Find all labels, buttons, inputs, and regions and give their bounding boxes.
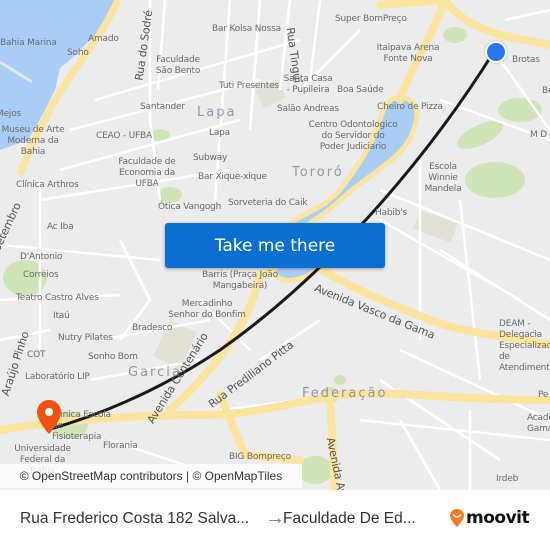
place-label: Itaú bbox=[53, 311, 70, 321]
moovit-pin-icon bbox=[450, 509, 464, 527]
place-label: CEAO - UFBA bbox=[96, 131, 152, 141]
place-label: Clínica Escola de Fisioterapia bbox=[52, 410, 111, 442]
place-label: Lapa bbox=[209, 128, 230, 138]
place-label: Tuti Presentes bbox=[219, 81, 279, 91]
place-label: Cheiro de Pizza bbox=[377, 102, 443, 112]
origin-location-icon[interactable] bbox=[485, 41, 507, 63]
place-label: Centro Odontologico do Servidor do Poder… bbox=[308, 120, 398, 152]
neighborhood-label: Lapa bbox=[197, 105, 237, 120]
place-label: Pe bbox=[538, 390, 549, 400]
place-label: Sonho Bom bbox=[88, 352, 138, 362]
neighborhood-label: Federação bbox=[302, 386, 388, 401]
place-label: Ac Iba bbox=[47, 222, 74, 232]
place-label: Mejos bbox=[0, 109, 21, 119]
place-label: DEAM - Delegacia Especializada de Atendi… bbox=[499, 319, 550, 373]
place-label: Museu de Arte Moderna da Bahia bbox=[1, 125, 65, 157]
place-label: Ótica Vangogh bbox=[158, 202, 222, 212]
place-label: Sorveteria do Caik bbox=[228, 198, 308, 208]
neighborhood-label: Tororó bbox=[292, 165, 344, 180]
route-footer: Rua Frederico Costa 182 Salva... → Facul… bbox=[0, 490, 550, 550]
place-label: Barris (Praça João Mangabeira) bbox=[202, 270, 278, 291]
moovit-logo: moovit bbox=[450, 508, 530, 528]
destination-pin-icon[interactable] bbox=[37, 400, 61, 438]
map-attribution[interactable]: © OpenStreetMap contributors | © OpenMap… bbox=[0, 464, 302, 488]
place-label: Subway bbox=[193, 153, 228, 163]
place-label: Itaipava Arena Fonte Nova bbox=[376, 43, 440, 64]
place-label: Florania bbox=[103, 441, 138, 451]
place-label: Brotas bbox=[512, 55, 540, 65]
place-label: Bar Xique-xique bbox=[198, 172, 267, 182]
place-label: Be bbox=[542, 86, 550, 96]
place-label: D'Antonio bbox=[20, 252, 63, 262]
place-label: Santa Casa - Pupileira bbox=[283, 74, 333, 95]
place-label: Bradesco bbox=[132, 323, 173, 333]
place-label: Academia Gama bbox=[527, 413, 550, 434]
place-label: M D bbox=[530, 130, 547, 140]
place-label: Santander bbox=[140, 102, 185, 112]
place-label: Laboratório LIP bbox=[25, 372, 90, 382]
place-label: Clínica Arthros bbox=[16, 180, 79, 190]
place-label: Nutry Pilates bbox=[58, 333, 113, 343]
place-label: Boa Saúde bbox=[337, 85, 384, 95]
take-me-there-button[interactable]: Take me there bbox=[165, 223, 385, 268]
place-label: Bahia Marina bbox=[0, 38, 57, 48]
place-label: Teatro Castro Alves bbox=[16, 293, 99, 303]
place-label: Bar Kolsa Nossa bbox=[212, 24, 281, 34]
place-label: Faculdade de Economia da UFBA bbox=[118, 157, 176, 189]
place-label: Correios bbox=[23, 270, 59, 280]
place-label: Soho bbox=[67, 48, 89, 58]
place-label: Mercadinho Senhor do Bonfim bbox=[168, 299, 246, 320]
place-label: BIG Bompreço bbox=[229, 452, 291, 462]
place-label: Habib's bbox=[375, 208, 407, 218]
place-label: Salão Andreas bbox=[277, 104, 339, 114]
map-view[interactable]: Lapa Tororó Garcia Federação Rua do Sodr… bbox=[0, 0, 550, 490]
place-label: Escola Winnie Mandela bbox=[424, 162, 462, 194]
place-label: COT bbox=[27, 350, 46, 360]
arrow-right-icon: → bbox=[265, 507, 285, 529]
destination-label: Faculdade De Ed... bbox=[283, 510, 416, 527]
place-label: Faculdade São Bento bbox=[155, 55, 201, 76]
place-label: Super BomPreço bbox=[335, 14, 407, 24]
place-label: Irdeb bbox=[496, 474, 519, 484]
origin-label: Rua Frederico Costa 182 Salva... bbox=[20, 510, 250, 527]
place-label: Amado bbox=[88, 34, 119, 44]
